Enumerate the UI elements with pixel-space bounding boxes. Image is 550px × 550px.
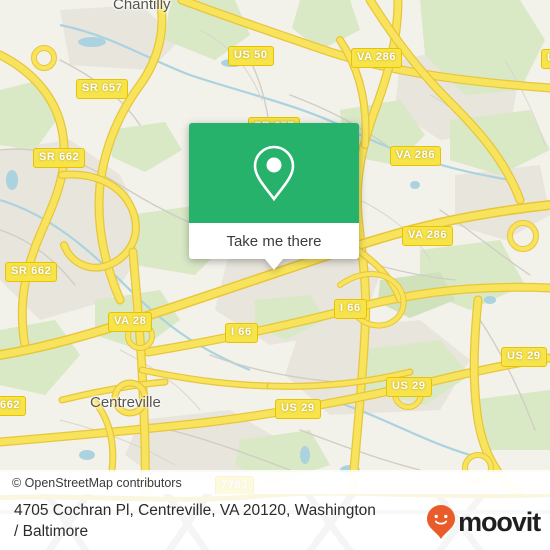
road-shield: US 29 [501, 347, 547, 367]
road-shield: VA 286 [351, 48, 403, 68]
moovit-map-screenshot: .park{fill:#d9e8c5;} .parkdark{fill:#cfe… [0, 0, 550, 550]
moovit-logo[interactable]: moovit [426, 504, 541, 540]
road-shield: VA 286 [402, 226, 454, 246]
popup-pin-area [189, 123, 359, 223]
road-shield: I 66 [334, 299, 367, 319]
road-shield: VA 286 [390, 146, 442, 166]
location-pin-icon [253, 145, 295, 202]
place-label: Centreville [90, 394, 161, 411]
address-line-1: 4705 Cochran Pl, Centreville, VA 20120, … [14, 502, 376, 520]
road-shield: US 29 [275, 399, 321, 419]
map-attribution[interactable]: © OpenStreetMap contributors [0, 472, 550, 494]
moovit-wordmark: moovit [458, 506, 541, 537]
address-text: 4705 Cochran Pl, Centreville, VA 20120, … [14, 501, 426, 543]
place-label: Chantilly [113, 0, 171, 13]
road-shield: US 29 [386, 377, 432, 397]
popup-tail [265, 259, 283, 270]
footer-bar: 4705 Cochran Pl, Centreville, VA 20120, … [0, 494, 550, 550]
road-shield: VA 28 [108, 312, 153, 332]
location-popup-card[interactable]: Take me there [189, 123, 359, 270]
road-shield: SR 657 [76, 79, 129, 99]
road-shield: SR 662 [33, 148, 86, 168]
road-shield: I 66 [225, 323, 258, 343]
road-shield: US 50 [228, 46, 274, 66]
address-line-2: / Baltimore [14, 523, 89, 540]
take-me-there-button[interactable]: Take me there [189, 223, 359, 259]
road-shield: 662 [0, 396, 27, 416]
moovit-pin-icon [427, 505, 456, 539]
road-shield: SR 662 [5, 262, 58, 282]
road-shield: US [541, 49, 550, 69]
